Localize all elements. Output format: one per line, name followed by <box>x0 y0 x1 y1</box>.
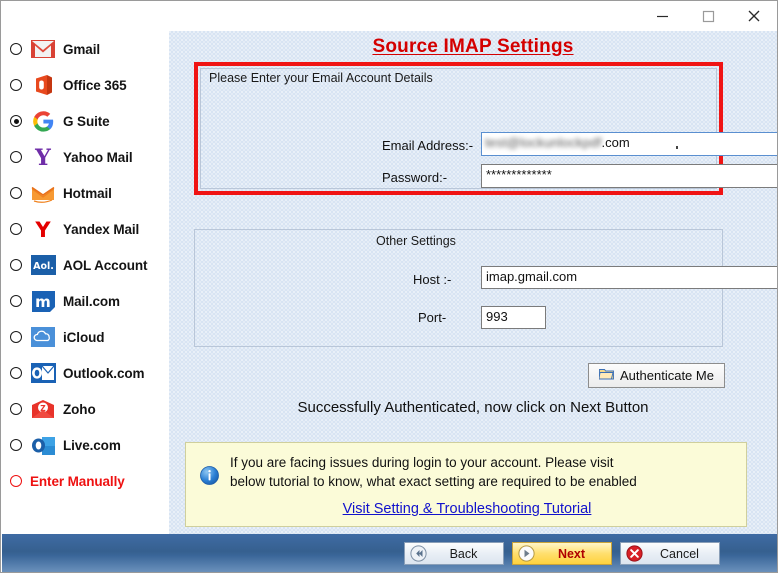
info-icon <box>200 466 219 490</box>
page-title: Source IMAP Settings <box>372 36 574 57</box>
icloud-icon <box>30 325 56 349</box>
sidebar-item-outlook-com[interactable]: Outlook.com <box>2 355 169 391</box>
sidebar-item-label: Gmail <box>63 41 101 57</box>
back-button[interactable]: Back <box>404 542 504 565</box>
sidebar-item-yandex-mail[interactable]: Y Yandex Mail <box>2 211 169 247</box>
next-button-label: Next <box>557 546 586 561</box>
radio-gmail[interactable] <box>10 43 22 55</box>
next-button[interactable]: Next <box>512 542 612 565</box>
radio-live-com[interactable] <box>10 439 22 451</box>
office365-icon <box>30 73 56 97</box>
folder-icon <box>598 368 614 383</box>
zoho-icon: Z <box>30 397 56 421</box>
minimize-button[interactable] <box>639 2 685 31</box>
info-message-line-1: If you are facing issues during login to… <box>230 455 614 470</box>
svg-text:Aol.: Aol. <box>33 261 54 272</box>
port-input[interactable]: 993 <box>481 306 546 329</box>
radio-enter-manually[interactable] <box>10 475 22 487</box>
sidebar-item-label: Mail.com <box>63 293 120 309</box>
sidebar-item-enter-manually[interactable]: Enter Manually <box>2 463 169 499</box>
password-input[interactable]: ************* <box>481 164 777 188</box>
info-box: If you are facing issues during login to… <box>185 442 747 527</box>
sidebar-item-live-com[interactable]: Live.com <box>2 427 169 463</box>
yahoo-icon: Y <box>30 145 56 169</box>
account-type-sidebar[interactable]: Gmail Office 365 G Suite Y Yahoo Mail Ho… <box>2 31 169 534</box>
next-icon <box>518 545 535 562</box>
sidebar-item-icloud[interactable]: iCloud <box>2 319 169 355</box>
maximize-button[interactable] <box>685 2 731 31</box>
sidebar-item-label: Live.com <box>63 437 121 453</box>
sidebar-item-zoho[interactable]: Z Zoho <box>2 391 169 427</box>
hotmail-icon <box>30 181 56 205</box>
radio-aol-account[interactable] <box>10 259 22 271</box>
radio-office-365[interactable] <box>10 79 22 91</box>
radio-icloud[interactable] <box>10 331 22 343</box>
host-input[interactable]: imap.gmail.com <box>481 266 777 289</box>
email-value-blurred: test@lockunlockpdf <box>485 135 602 150</box>
svg-text:Y: Y <box>34 146 51 168</box>
port-label: Port- <box>418 310 447 325</box>
radio-mail-com[interactable] <box>10 295 22 307</box>
sidebar-item-g-suite[interactable]: G Suite <box>2 103 169 139</box>
sidebar-item-gmail[interactable]: Gmail <box>2 31 169 67</box>
gsuite-icon <box>30 109 56 133</box>
svg-text:m: m <box>35 293 51 311</box>
radio-g-suite[interactable] <box>10 115 22 127</box>
email-value-visible: .com <box>601 135 630 150</box>
close-button[interactable] <box>731 2 777 31</box>
host-label: Host :- <box>413 272 452 287</box>
other-settings-caption: Other Settings <box>376 234 456 248</box>
text-caret <box>676 146 678 149</box>
sidebar-item-mail-com[interactable]: m Mail.com <box>2 283 169 319</box>
cancel-button-label: Cancel <box>660 546 699 561</box>
livecom-icon <box>30 433 56 457</box>
sidebar-item-label: Enter Manually <box>30 473 125 489</box>
tutorial-link[interactable]: Visit Setting & Troubleshooting Tutorial <box>186 501 748 517</box>
back-button-label: Back <box>449 546 478 561</box>
sidebar-item-hotmail[interactable]: Hotmail <box>2 175 169 211</box>
cancel-button[interactable]: Cancel <box>620 542 720 565</box>
radio-hotmail[interactable] <box>10 187 22 199</box>
info-message: If you are facing issues during login to… <box>230 453 730 491</box>
authentication-status-text: Successfully Authenticated, now click on… <box>297 399 649 416</box>
sidebar-item-label: Yahoo Mail <box>63 149 133 165</box>
authenticate-button-label: Authenticate Me <box>620 368 714 383</box>
sidebar-item-label: iCloud <box>63 329 105 345</box>
back-icon <box>410 545 427 562</box>
email-address-label: Email Address:- <box>382 138 474 153</box>
aol-icon: Aol. <box>30 253 56 277</box>
application-window: Gmail Office 365 G Suite Y Yahoo Mail Ho… <box>0 0 778 573</box>
password-label: Password:- <box>382 170 448 185</box>
sidebar-item-label: G Suite <box>63 113 110 129</box>
sidebar-item-label: Outlook.com <box>63 365 145 381</box>
sidebar-item-label: Yandex Mail <box>63 221 140 237</box>
gmail-icon <box>30 37 56 61</box>
sidebar-item-label: Hotmail <box>63 185 112 201</box>
sidebar-item-yahoo-mail[interactable]: Y Yahoo Mail <box>2 139 169 175</box>
email-group-caption: Please Enter your Email Account Details <box>209 71 433 85</box>
radio-outlook-com[interactable] <box>10 367 22 379</box>
sidebar-item-label: Office 365 <box>63 77 127 93</box>
cancel-icon <box>626 545 643 562</box>
sidebar-item-office-365[interactable]: Office 365 <box>2 67 169 103</box>
radio-zoho[interactable] <box>10 403 22 415</box>
radio-yandex-mail[interactable] <box>10 223 22 235</box>
yandex-icon: Y <box>30 217 56 241</box>
footer-bar: Back Next Cancel <box>2 534 777 572</box>
radio-yahoo-mail[interactable] <box>10 151 22 163</box>
info-message-line-2: below tutorial to know, what exact setti… <box>230 474 637 489</box>
outlook-icon <box>30 361 56 385</box>
authenticate-button[interactable]: Authenticate Me <box>588 363 725 388</box>
sidebar-item-label: AOL Account <box>63 257 148 273</box>
sidebar-item-label: Zoho <box>63 401 96 417</box>
mailcom-icon: m <box>30 289 56 313</box>
email-field-wrapper[interactable]: test@lockunlockpdf .com <box>481 132 777 156</box>
sidebar-item-aol-account[interactable]: Aol. AOL Account <box>2 247 169 283</box>
main-panel: Source IMAP Settings Please Enter your E… <box>169 31 777 534</box>
svg-text:Y: Y <box>34 218 51 240</box>
title-bar <box>1 1 777 31</box>
